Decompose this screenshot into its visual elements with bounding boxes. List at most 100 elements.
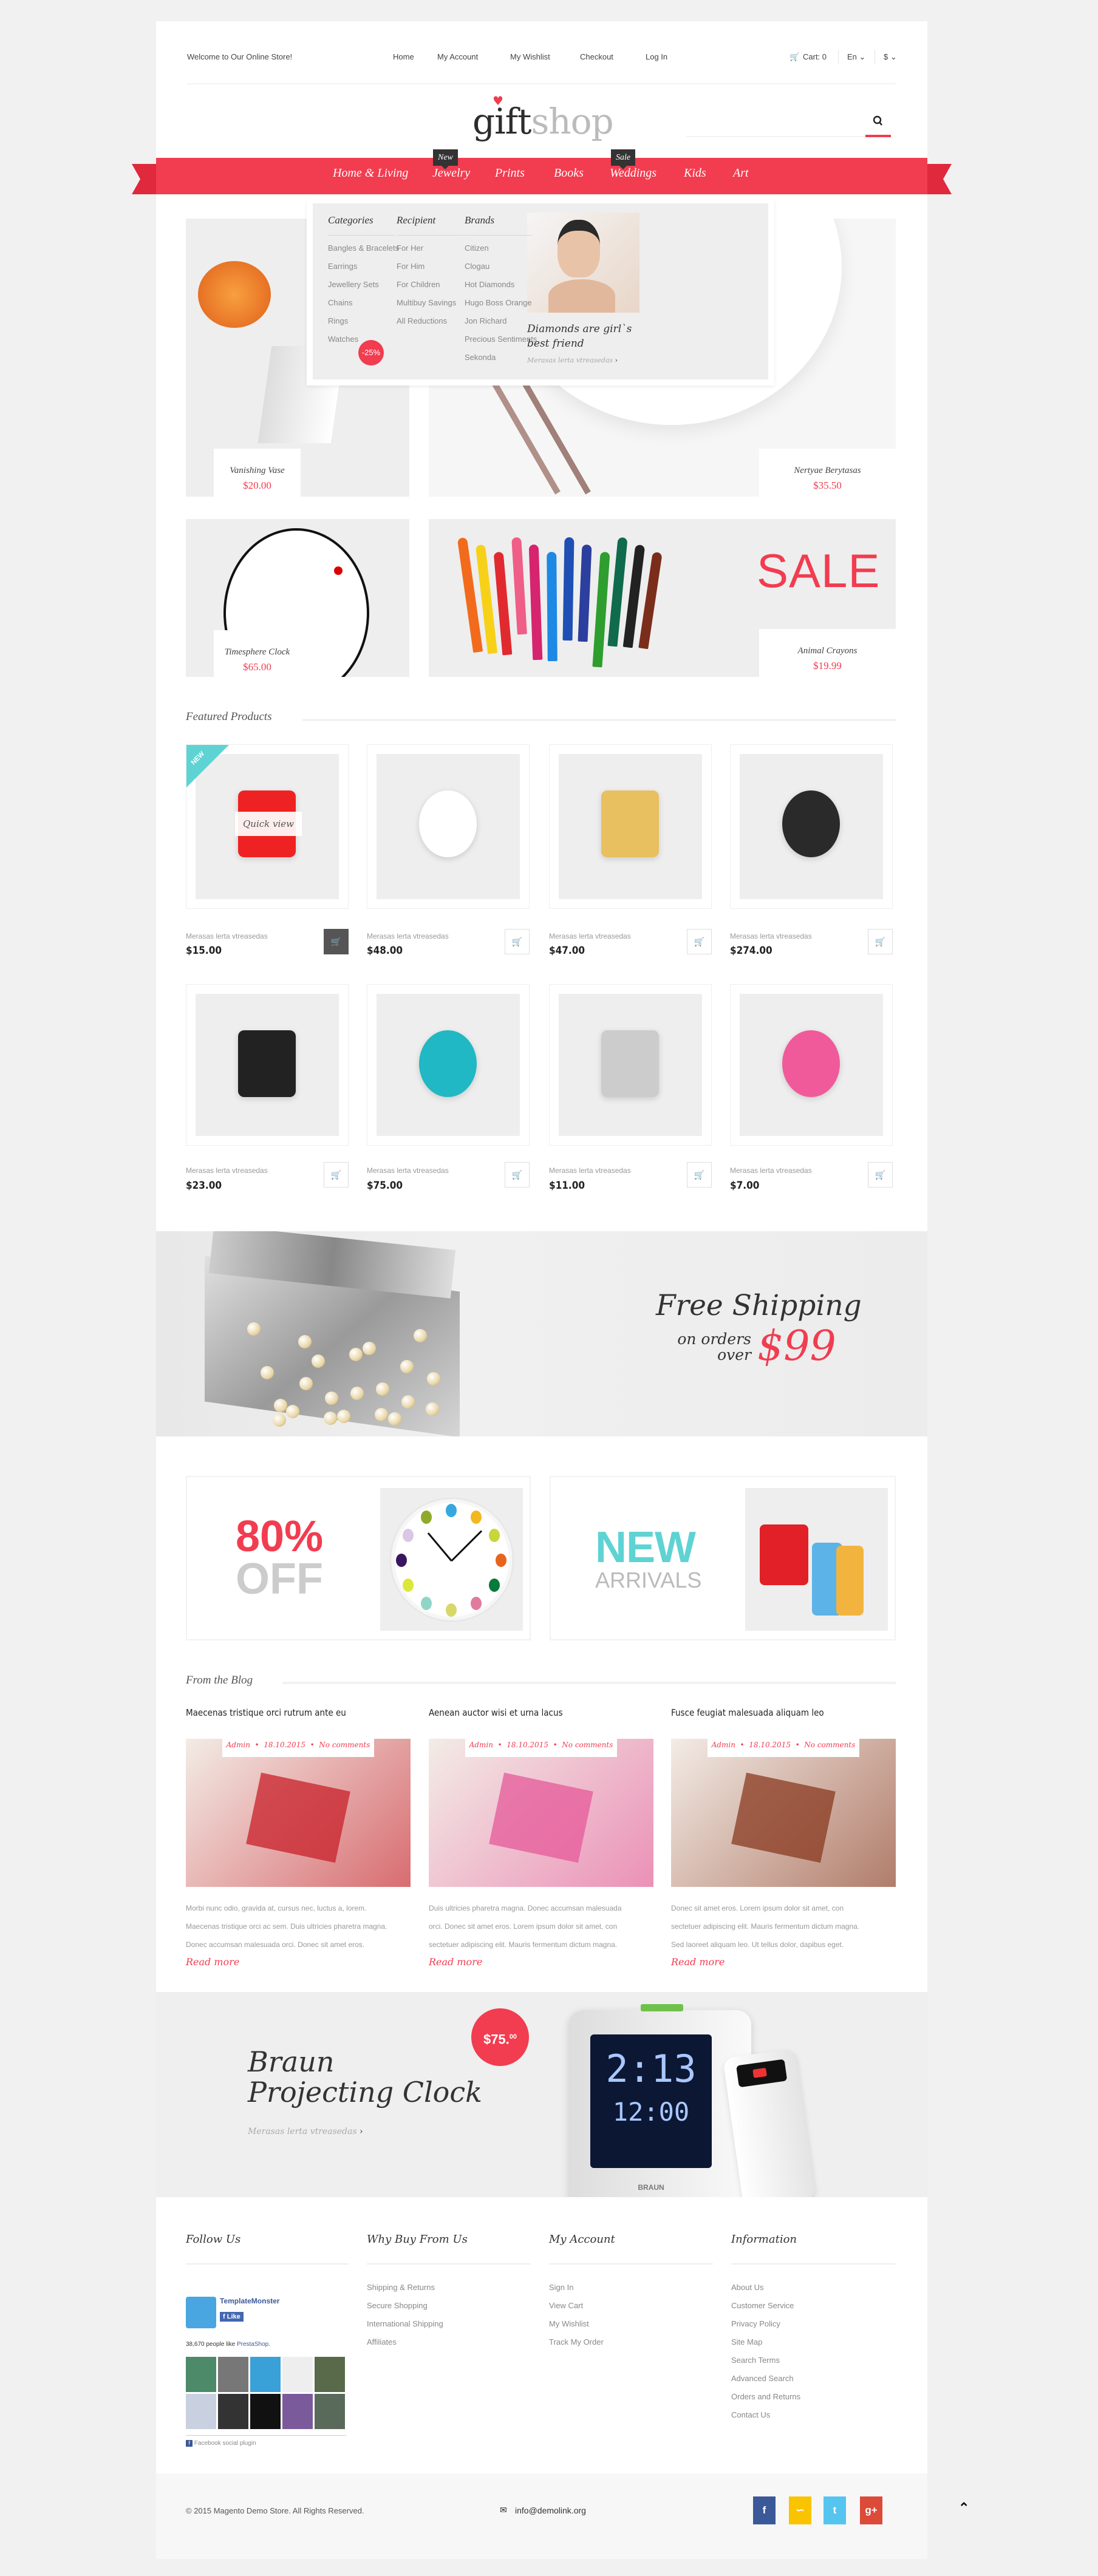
footer-link[interactable]: Shipping & Returns <box>367 2283 435 2292</box>
promo-link[interactable]: Merasas lerta vtreasedas › <box>527 356 618 364</box>
fb-count-link[interactable]: PrestaShop. <box>237 2341 270 2348</box>
read-more-link[interactable]: Read more <box>429 1956 482 1968</box>
mega-menu-item[interactable]: Clogau <box>465 262 531 272</box>
braun-link[interactable]: Merasas lerta vtreasedas › <box>248 2127 363 2136</box>
rss-icon[interactable]: ∽ <box>789 2496 811 2524</box>
product-image[interactable] <box>377 754 520 899</box>
footer-link[interactable]: View Cart <box>549 2301 583 2310</box>
product-card[interactable] <box>730 744 893 909</box>
mega-menu-item[interactable]: For Her <box>397 243 463 254</box>
fb-fan-avatar[interactable] <box>218 2394 248 2429</box>
fb-fan-avatar[interactable] <box>218 2357 248 2392</box>
mega-menu-item[interactable]: Rings <box>328 316 395 327</box>
email-link[interactable]: info@demolink.org <box>515 2506 586 2515</box>
currency-select[interactable]: $ ⌄ <box>884 52 897 62</box>
footer-link[interactable]: Customer Service <box>731 2301 794 2310</box>
footer-link[interactable]: Contact Us <box>731 2410 770 2419</box>
blog-post-image[interactable] <box>429 1739 653 1887</box>
product-card[interactable]: NEW Quick view <box>186 744 349 909</box>
footer-link[interactable]: About Us <box>731 2283 763 2292</box>
nav-item[interactable]: Art <box>733 166 749 180</box>
search-icon[interactable] <box>873 115 884 127</box>
scroll-top-icon[interactable]: ⌃ <box>958 2500 969 2516</box>
add-to-cart-button[interactable]: 🛒 <box>868 929 893 954</box>
product-card[interactable] <box>367 744 530 909</box>
nav-item[interactable]: Jewelry <box>432 166 470 180</box>
blog-post-image[interactable] <box>186 1739 411 1887</box>
cart-link[interactable]: Cart: 0 <box>803 52 827 61</box>
footer-link[interactable]: Secure Shopping <box>367 2301 428 2310</box>
quick-view-button[interactable]: Quick view <box>235 812 302 836</box>
search-input[interactable] <box>686 136 865 137</box>
footer-link[interactable]: Sign In <box>549 2283 573 2292</box>
product-image[interactable] <box>377 994 520 1136</box>
braun-clock-banner[interactable]: Braun Projecting Clock Merasas lerta vtre… <box>156 1992 927 2197</box>
mega-menu-item[interactable]: Sekonda <box>465 353 531 363</box>
footer-link[interactable]: Site Map <box>731 2337 762 2347</box>
footer-link[interactable]: Search Terms <box>731 2356 780 2365</box>
mega-menu-item[interactable]: All Reductions <box>397 316 463 327</box>
top-link[interactable]: Home <box>393 52 414 61</box>
mega-menu-item[interactable]: Hot Diamonds <box>465 280 531 290</box>
mega-menu-item[interactable]: Precious Sentiments <box>465 335 537 345</box>
read-more-link[interactable]: Read more <box>186 1956 239 1968</box>
top-link[interactable]: Checkout <box>580 52 613 61</box>
mega-menu-item[interactable]: Watches <box>328 335 395 345</box>
add-to-cart-button[interactable]: 🛒 <box>687 1162 712 1188</box>
promo-80-off[interactable]: 80% OFF <box>186 1476 531 1640</box>
add-to-cart-button[interactable]: 🛒 <box>868 1162 893 1188</box>
nav-item[interactable]: Prints <box>495 166 525 180</box>
product-image[interactable] <box>740 994 883 1136</box>
mega-menu-item[interactable]: Hugo Boss Orange <box>465 298 532 308</box>
product-image[interactable] <box>196 994 339 1136</box>
nav-item[interactable]: Home & Living <box>333 166 408 180</box>
product-image[interactable] <box>740 754 883 899</box>
fb-fan-avatar[interactable] <box>315 2357 345 2392</box>
templatemonster-avatar[interactable] <box>186 2297 216 2328</box>
nav-item[interactable]: Books <box>554 166 584 180</box>
fb-fan-avatar[interactable] <box>282 2394 313 2429</box>
footer-link[interactable]: Affiliates <box>367 2337 397 2347</box>
product-image[interactable] <box>559 994 702 1136</box>
mega-menu-item[interactable]: Multibuy Savings <box>397 298 463 308</box>
cart-icon[interactable]: 🛒 <box>789 52 799 62</box>
fb-fan-avatar[interactable] <box>186 2394 216 2429</box>
google-plus-icon[interactable]: g+ <box>860 2496 882 2524</box>
add-to-cart-button[interactable]: 🛒 <box>324 929 349 954</box>
facebook-icon[interactable]: f <box>753 2496 776 2524</box>
fb-fan-avatar[interactable] <box>315 2394 345 2429</box>
footer-link[interactable]: Advanced Search <box>731 2374 794 2383</box>
top-link[interactable]: Log In <box>646 52 667 61</box>
footer-link[interactable]: Orders and Returns <box>731 2392 800 2401</box>
fb-page-name[interactable]: TemplateMonster <box>220 2297 279 2305</box>
footer-link[interactable]: My Wishlist <box>549 2319 589 2328</box>
language-select[interactable]: En ⌄ <box>847 52 865 62</box>
top-link[interactable]: My Wishlist <box>510 52 550 61</box>
fb-fan-avatar[interactable] <box>186 2357 216 2392</box>
add-to-cart-button[interactable]: 🛒 <box>505 929 530 954</box>
read-more-link[interactable]: Read more <box>671 1956 725 1968</box>
product-card[interactable] <box>367 984 530 1146</box>
nav-item[interactable]: Weddings <box>610 166 656 180</box>
mega-menu-item[interactable]: Jewellery Sets <box>328 280 395 290</box>
nav-item[interactable]: Kids <box>684 166 706 180</box>
mega-menu-item[interactable]: Bangles & Bracelets <box>328 243 399 254</box>
mega-menu-item[interactable]: For Children <box>397 280 463 290</box>
footer-link[interactable]: Privacy Policy <box>731 2319 780 2328</box>
add-to-cart-button[interactable]: 🛒 <box>505 1162 530 1188</box>
footer-link[interactable]: Track My Order <box>549 2337 604 2347</box>
logo[interactable]: giftshop ♥ <box>472 95 614 146</box>
fb-like-button[interactable]: f Like <box>220 2312 244 2322</box>
fb-fan-avatar[interactable] <box>250 2357 281 2392</box>
free-shipping-banner[interactable]: Free Shipping on orders over $99 <box>156 1231 927 1436</box>
mega-menu-item[interactable]: For Him <box>397 262 463 272</box>
promo-new-arrivals[interactable]: NEW ARRIVALS <box>550 1476 896 1640</box>
product-image[interactable] <box>559 754 702 899</box>
mega-menu-item[interactable]: Earrings <box>328 262 395 272</box>
product-card[interactable] <box>730 984 893 1146</box>
fb-fan-avatar[interactable] <box>282 2357 313 2392</box>
blog-post-title[interactable]: Maecenas tristique orci rutrum ante eu <box>186 1707 346 1718</box>
mega-menu-item[interactable]: Citizen <box>465 243 531 254</box>
top-link[interactable]: My Account <box>437 52 478 61</box>
product-card[interactable] <box>549 744 712 909</box>
